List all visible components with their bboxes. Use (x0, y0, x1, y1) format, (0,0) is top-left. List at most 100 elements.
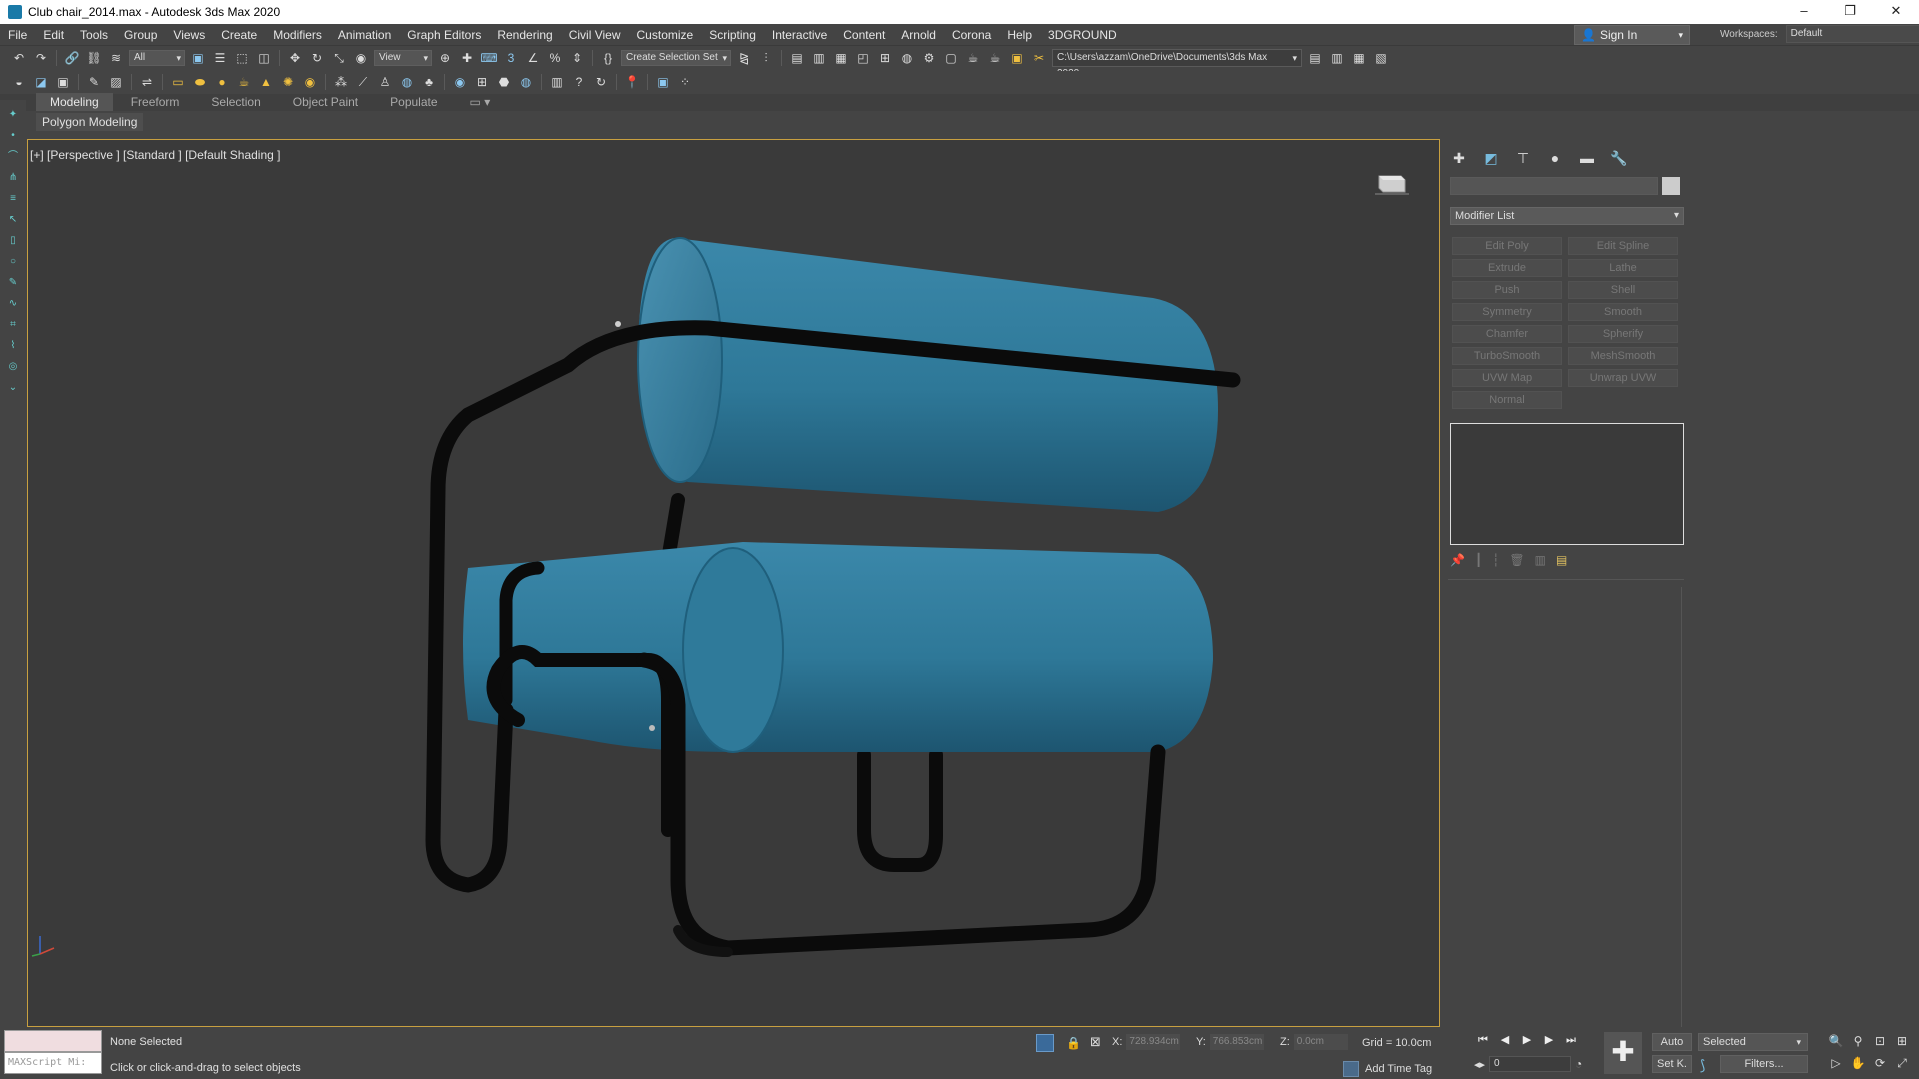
toggle-ribbon-icon[interactable]: ▦ (832, 49, 850, 67)
create-icon[interactable]: ✦ (7, 109, 19, 121)
project-create-template-icon[interactable]: ▦ (1350, 49, 1368, 67)
help-circle-icon[interactable]: ? (570, 73, 588, 91)
move-icon[interactable]: ✥ (286, 49, 304, 67)
plant-icon[interactable]: ♣ (420, 73, 438, 91)
modifier-unwrap-uvw-button[interactable]: Unwrap UVW (1568, 369, 1678, 387)
grid-tools-icon[interactable]: ⊞ (473, 73, 491, 91)
motion-tab-icon[interactable]: ● (1546, 149, 1564, 167)
rendered-frame-window-icon[interactable]: ▢ (942, 49, 960, 67)
add-time-tag[interactable]: Add Time Tag (1343, 1061, 1432, 1077)
hierarchy-icon[interactable]: ⋔ (7, 172, 19, 184)
select-by-name-icon[interactable]: ☰ (211, 49, 229, 67)
list-icon[interactable]: ≡ (7, 193, 19, 205)
z-field[interactable]: 0.0cm (1293, 1034, 1348, 1050)
menu-customize[interactable]: Customize (629, 28, 702, 42)
pan-icon[interactable]: ✋ (1848, 1054, 1868, 1072)
cylinder-primitive-icon[interactable]: ⬬ (191, 73, 209, 91)
global-illumination-icon[interactable]: ◉ (451, 73, 469, 91)
modifier-shell-button[interactable]: Shell (1568, 281, 1678, 299)
y-field[interactable]: 766.853cm (1209, 1034, 1264, 1050)
object-name-field[interactable] (1450, 177, 1658, 195)
render-setup-icon[interactable]: ⚙ (920, 49, 938, 67)
workspaces-dropdown[interactable]: Default (1785, 25, 1919, 43)
link-icon[interactable]: 🔗 (63, 49, 81, 67)
modify-tab-icon[interactable]: ◩ (1482, 149, 1500, 167)
snaps-toggle-icon[interactable]: 3 (502, 49, 520, 67)
go-to-start-icon[interactable]: ⏮ (1474, 1032, 1492, 1048)
close-button[interactable]: ✕ (1873, 0, 1919, 24)
pivot-center-icon[interactable]: ⊕ (436, 49, 454, 67)
modifier-list-dropdown[interactable]: Modifier List (1450, 207, 1684, 225)
cone-primitive-icon[interactable]: ▲ (257, 73, 275, 91)
isolate-icon[interactable]: ◒ (10, 73, 28, 91)
modifier-smooth-button[interactable]: Smooth (1568, 303, 1678, 321)
curve-editor-icon[interactable]: ◰ (854, 49, 872, 67)
zoom-extents-icon[interactable]: ⊡ (1870, 1032, 1890, 1050)
minimize-button[interactable]: – (1781, 0, 1827, 24)
menu-group[interactable]: Group (116, 28, 165, 42)
maxscript-listener[interactable]: MAXScript Mi: (4, 1030, 102, 1076)
lock-selection-icon[interactable]: 🔒 (1066, 1036, 1081, 1050)
auto-key-button[interactable]: Auto (1652, 1033, 1692, 1051)
align-icon[interactable]: ⫶ (757, 49, 775, 67)
undo-icon[interactable]: ↶ (10, 49, 28, 67)
window-crossing-icon[interactable]: ◫ (255, 49, 273, 67)
keyboard-shortcut-override-icon[interactable]: ⌨ (480, 49, 498, 67)
modifier-lathe-button[interactable]: Lathe (1568, 259, 1678, 277)
maxscript-output[interactable] (4, 1030, 102, 1052)
project-folder-dropdown[interactable]: C:\Users\azzam\OneDrive\Documents\3ds Ma… (1052, 49, 1302, 79)
save-scene-icon[interactable]: ▣ (54, 73, 72, 91)
object-color-swatch[interactable] (1662, 177, 1680, 195)
unlink-icon[interactable]: ⛓ (85, 49, 103, 67)
animation-layers-icon[interactable]: ⇌ (138, 73, 156, 91)
isolate-selection-icon[interactable] (1036, 1034, 1054, 1052)
forest-pack-icon[interactable]: ▣ (654, 73, 672, 91)
menu-file[interactable]: File (0, 28, 35, 42)
zoom-icon[interactable]: 🔍 (1826, 1032, 1846, 1050)
layer-explorer-icon[interactable]: ▥ (810, 49, 828, 67)
tab-freeform[interactable]: Freeform (117, 93, 194, 111)
bind-spacewarp-icon[interactable]: ≋ (107, 49, 125, 67)
create-tab-icon[interactable]: ✚ (1450, 149, 1468, 167)
corona-material-icon[interactable]: ⬣ (495, 73, 513, 91)
angle-snap-icon[interactable]: ∠ (524, 49, 542, 67)
modifier-turbosmooth-button[interactable]: TurboSmooth (1452, 347, 1562, 365)
go-to-end-icon[interactable]: ⏭ (1562, 1032, 1580, 1048)
scene-states-icon[interactable]: ◪ (32, 73, 50, 91)
menu-create[interactable]: Create (213, 28, 265, 42)
scale-icon[interactable]: ⤡ (330, 49, 348, 67)
chair-model[interactable] (28, 140, 1440, 1027)
key-filters-button[interactable]: Filters... (1720, 1055, 1808, 1073)
project-open-icon[interactable]: ▤ (1306, 49, 1324, 67)
menu-content[interactable]: Content (835, 28, 893, 42)
modifier-edit-spline-button[interactable]: Edit Spline (1568, 237, 1678, 255)
play-icon[interactable]: ▶ (1518, 1032, 1536, 1048)
scene-explorer-icon[interactable]: ▤ (788, 49, 806, 67)
render-production-icon[interactable]: ☕ (964, 49, 982, 67)
pen-icon[interactable]: ✎ (7, 277, 19, 289)
wave-icon[interactable]: ∿ (7, 298, 19, 310)
tab-modeling[interactable]: Modeling (36, 93, 113, 111)
menu-arnold[interactable]: Arnold (893, 28, 944, 42)
biped-icon[interactable]: ♙ (376, 73, 394, 91)
restore-button[interactable]: ❐ (1827, 0, 1873, 24)
zoom-all-icon[interactable]: ⚲ (1848, 1032, 1868, 1050)
pin-stack-icon[interactable]: 📌 (1450, 553, 1465, 567)
previous-frame-icon[interactable]: ◀ (1496, 1032, 1514, 1048)
cursor-icon[interactable]: ↖ (7, 214, 19, 226)
configure-modifier-sets-icon[interactable]: ▤ (1556, 553, 1567, 567)
rotate-icon[interactable]: ↻ (308, 49, 326, 67)
menu-help[interactable]: Help (999, 28, 1040, 42)
maxscript-input[interactable]: MAXScript Mi: (4, 1052, 102, 1074)
key-tangent-icon[interactable]: ⟆ (1700, 1057, 1705, 1074)
display-tab-icon[interactable]: ▬ (1578, 149, 1596, 167)
ribbon-panel-polygon-modeling[interactable]: Polygon Modeling (36, 113, 144, 131)
orbit-icon[interactable]: ⟳ (1870, 1054, 1890, 1072)
light-icon[interactable]: ✺ (279, 73, 297, 91)
bone-tools-icon[interactable]: ⟋ (354, 73, 372, 91)
material-editor-icon[interactable]: ◍ (898, 49, 916, 67)
set-key-button[interactable]: Set K. (1652, 1055, 1692, 1073)
menu-edit[interactable]: Edit (35, 28, 72, 42)
perspective-viewport[interactable]: [+] [Perspective ] [Standard ] [Default … (27, 139, 1440, 1027)
schematic-view-icon[interactable]: ⊞ (876, 49, 894, 67)
